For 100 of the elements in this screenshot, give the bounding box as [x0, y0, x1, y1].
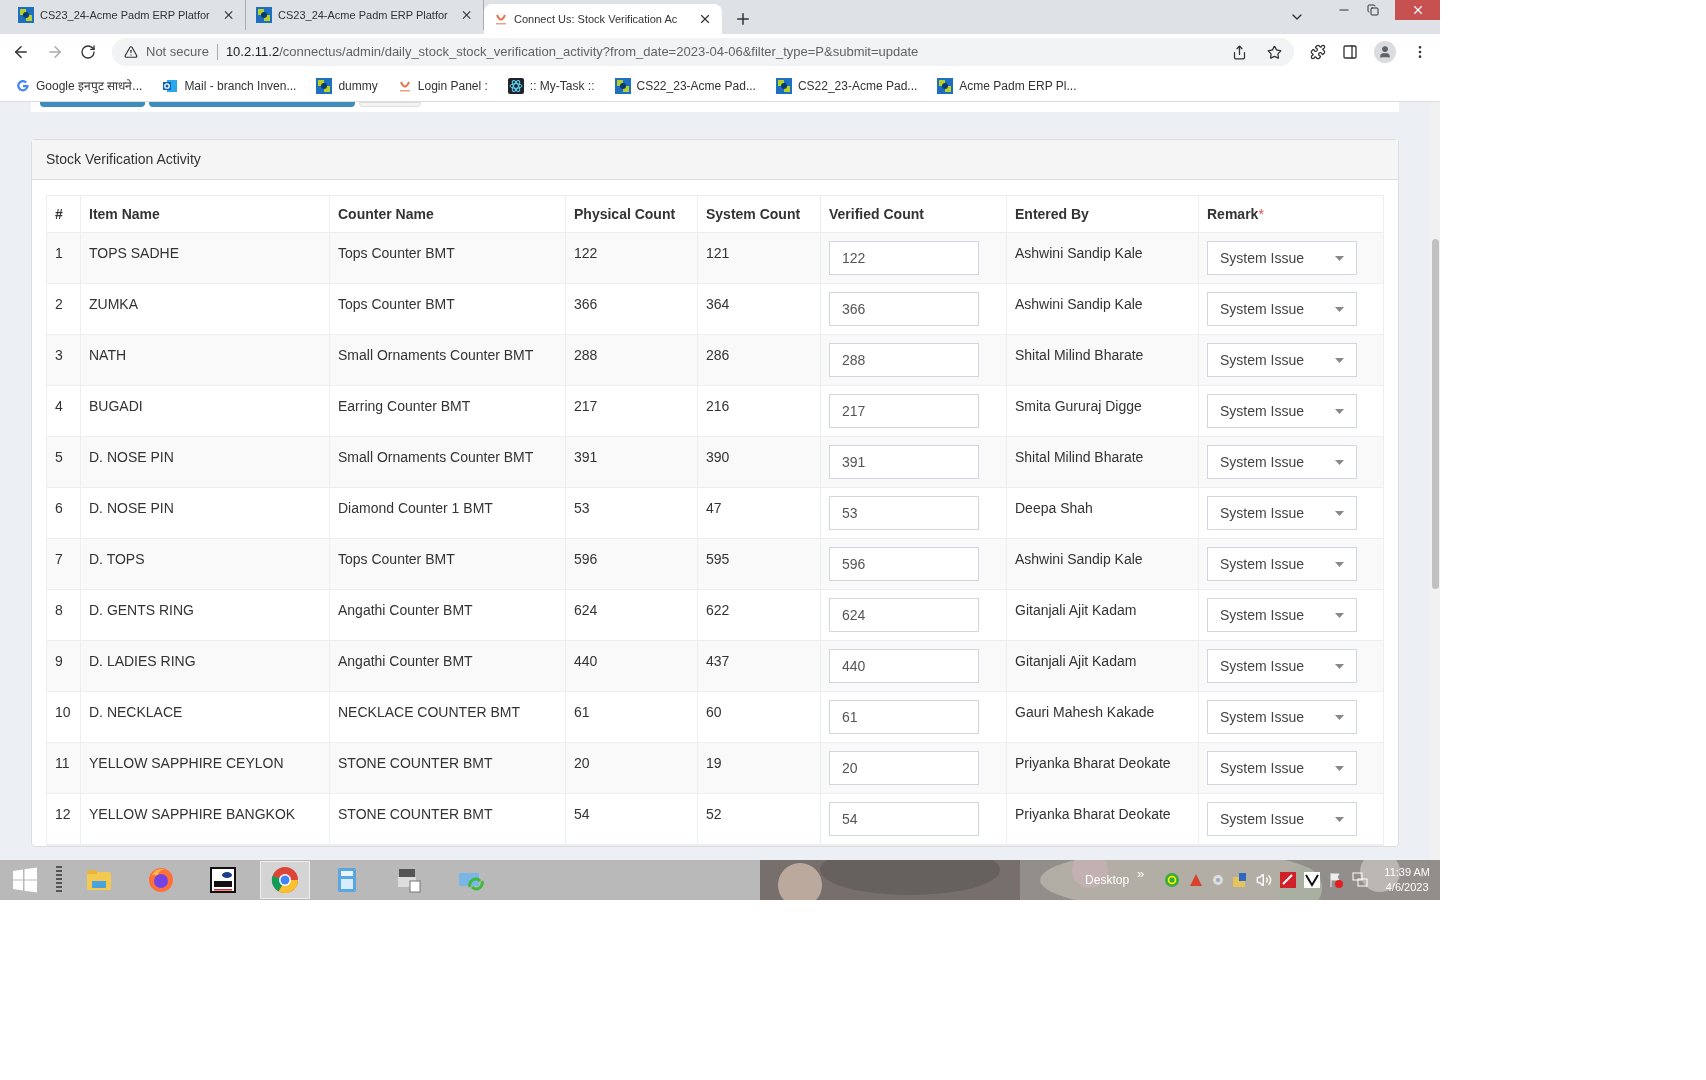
bookmark-item[interactable]: dummy [316, 76, 378, 95]
info-tray-icon[interactable] [1232, 872, 1249, 888]
table-cell: Earring Counter BMT [338, 398, 471, 414]
column-header: Remark* [1207, 204, 1264, 224]
side-panel-icon[interactable] [1342, 44, 1358, 60]
verified-count-field[interactable]: 391 [829, 445, 979, 479]
bookmark-item[interactable]: Login Panel : [397, 76, 488, 95]
verified-count-field[interactable]: 366 [829, 292, 979, 326]
flag-alert-icon[interactable] [1328, 872, 1345, 888]
caret-icon [1335, 306, 1344, 312]
bookmark-item[interactable]: Google इनपुट साधने... [16, 76, 143, 95]
share-icon[interactable] [1232, 44, 1247, 60]
new-tab-icon[interactable] [734, 10, 752, 28]
caret-icon [1335, 765, 1344, 771]
table-cell: STONE COUNTER BMT [338, 806, 493, 822]
table-cell: Tops Counter BMT [338, 245, 455, 261]
remark-dropdown[interactable]: System Issue [1207, 598, 1357, 632]
table-cell: D. GENTS RING [89, 602, 194, 618]
table-cell: Diamond Counter 1 BMT [338, 500, 493, 516]
remark-dropdown[interactable]: System Issue [1207, 343, 1357, 377]
restore-icon[interactable] [1367, 4, 1379, 16]
volume-icon[interactable] [1256, 872, 1273, 888]
row-number: 10 [55, 704, 71, 720]
caret-icon [1335, 663, 1344, 669]
bookmark-item[interactable]: CS22_23-Acme Pad... [775, 76, 918, 95]
remark-dropdown[interactable]: System Issue [1207, 700, 1357, 734]
browser-tab[interactable]: CS23_24-Acme Padm ERP Platfor [8, 0, 246, 30]
table-cell: Priyanka Bharat Deokate [1015, 755, 1171, 771]
row-number: 4 [55, 398, 63, 414]
table-cell: D. NOSE PIN [89, 500, 174, 516]
remark-dropdown[interactable]: System Issue [1207, 496, 1357, 530]
column-header: # [55, 204, 63, 224]
remark-dropdown[interactable]: System Issue [1207, 292, 1357, 326]
verified-count-field[interactable]: 288 [829, 343, 979, 377]
row-number: 9 [55, 653, 63, 669]
close-icon[interactable] [698, 12, 712, 26]
table-cell: ZUMKA [89, 296, 138, 312]
bookmark-item[interactable]: Acme Padm ERP Pl... [937, 76, 1077, 95]
tab-title: CS23_24-Acme Padm ERP Platfor [40, 7, 210, 23]
remark-dropdown[interactable]: System Issue [1207, 751, 1357, 785]
table-cell: YELLOW SAPPHIRE CEYLON [89, 755, 284, 771]
verified-count-field[interactable]: 61 [829, 700, 979, 734]
remark-dropdown[interactable]: System Issue [1207, 241, 1357, 275]
column-header: Physical Count [574, 204, 676, 224]
verified-count-field[interactable]: 440 [829, 649, 979, 683]
table-cell: 61 [574, 704, 590, 720]
table-cell: Angathi Counter BMT [338, 653, 473, 669]
antivirus-tray-icon[interactable] [1280, 872, 1297, 888]
bookmark-favicon-icon [316, 77, 333, 94]
tab-favicon-icon [494, 12, 508, 26]
address-bar[interactable]: Not secure 10.2.11.2/connectus/admin/daily_stock_stock_verification_activity?from_date=2023-04-06&filter_type=P&submit=update [112, 38, 1294, 66]
forward-icon[interactable] [46, 43, 64, 61]
verified-count-field[interactable]: 54 [829, 802, 979, 836]
caret-icon [1335, 612, 1344, 618]
table-cell: 121 [706, 245, 730, 261]
table-cell: D. NOSE PIN [89, 449, 174, 465]
column-header: Counter Name [338, 204, 434, 224]
sync-tray-icon[interactable] [1164, 872, 1181, 888]
bookmark-item[interactable]: CS22_23-Acme Pad... [614, 76, 756, 95]
bookmark-favicon-icon [16, 78, 30, 93]
profile-avatar[interactable] [1374, 41, 1396, 63]
bookmark-favicon-icon [162, 77, 179, 94]
column-header: Entered By [1015, 204, 1089, 224]
table-cell: Angathi Counter BMT [338, 602, 473, 618]
remark-dropdown[interactable]: System Issue [1207, 445, 1357, 479]
url-text: 10.2.11.2/connectus/admin/daily_stock_stock_verification_activity?from_date=2023-04-06&filter_type=P&submit=update [225, 43, 919, 62]
table-cell: Ashwini Sandip Kale [1015, 296, 1143, 312]
table-cell: Tops Counter BMT [338, 551, 455, 567]
firefox-icon [146, 865, 176, 895]
remark-dropdown[interactable]: System Issue [1207, 802, 1357, 836]
table-cell: NECKLACE COUNTER BMT [338, 704, 521, 720]
table-cell: Tops Counter BMT [338, 296, 455, 312]
verified-count-field[interactable]: 53 [829, 496, 979, 530]
column-header: Item Name [89, 204, 160, 224]
browser-tab[interactable]: CS23_24-Acme Padm ERP Platfor [246, 0, 484, 30]
start-icon[interactable] [12, 867, 38, 893]
network-icon[interactable] [1352, 872, 1369, 888]
table-cell: Shital Milind Bharate [1015, 347, 1144, 363]
bookmark-item[interactable]: :: My-Task :: [507, 76, 595, 95]
verified-count-field[interactable]: 217 [829, 394, 979, 428]
verified-count-field[interactable]: 624 [829, 598, 979, 632]
back-icon[interactable] [12, 43, 30, 61]
verified-count-field[interactable]: 122 [829, 241, 979, 275]
remark-dropdown[interactable]: System Issue [1207, 547, 1357, 581]
verified-count-field[interactable]: 20 [829, 751, 979, 785]
remark-dropdown[interactable]: System Issue [1207, 394, 1357, 428]
bookmark-item[interactable]: Mail - branch Inven... [162, 76, 297, 95]
table-cell: Ashwini Sandip Kale [1015, 551, 1143, 567]
extensions-icon[interactable] [1310, 44, 1326, 60]
reload-icon[interactable] [80, 44, 96, 60]
table-cell: BUGADI [89, 398, 143, 414]
caret-icon [1335, 408, 1344, 414]
bookmark-star-icon[interactable] [1267, 44, 1282, 60]
browser-tab[interactable]: Connect Us: Stock Verification Ac [484, 4, 722, 34]
tab-favicon-icon [256, 7, 272, 23]
remark-dropdown[interactable]: System Issue [1207, 649, 1357, 683]
dot-tray-icon[interactable] [1212, 874, 1225, 886]
tab-favicon-icon [18, 7, 34, 23]
vnc-tray-icon[interactable] [1304, 872, 1321, 888]
verified-count-field[interactable]: 596 [829, 547, 979, 581]
